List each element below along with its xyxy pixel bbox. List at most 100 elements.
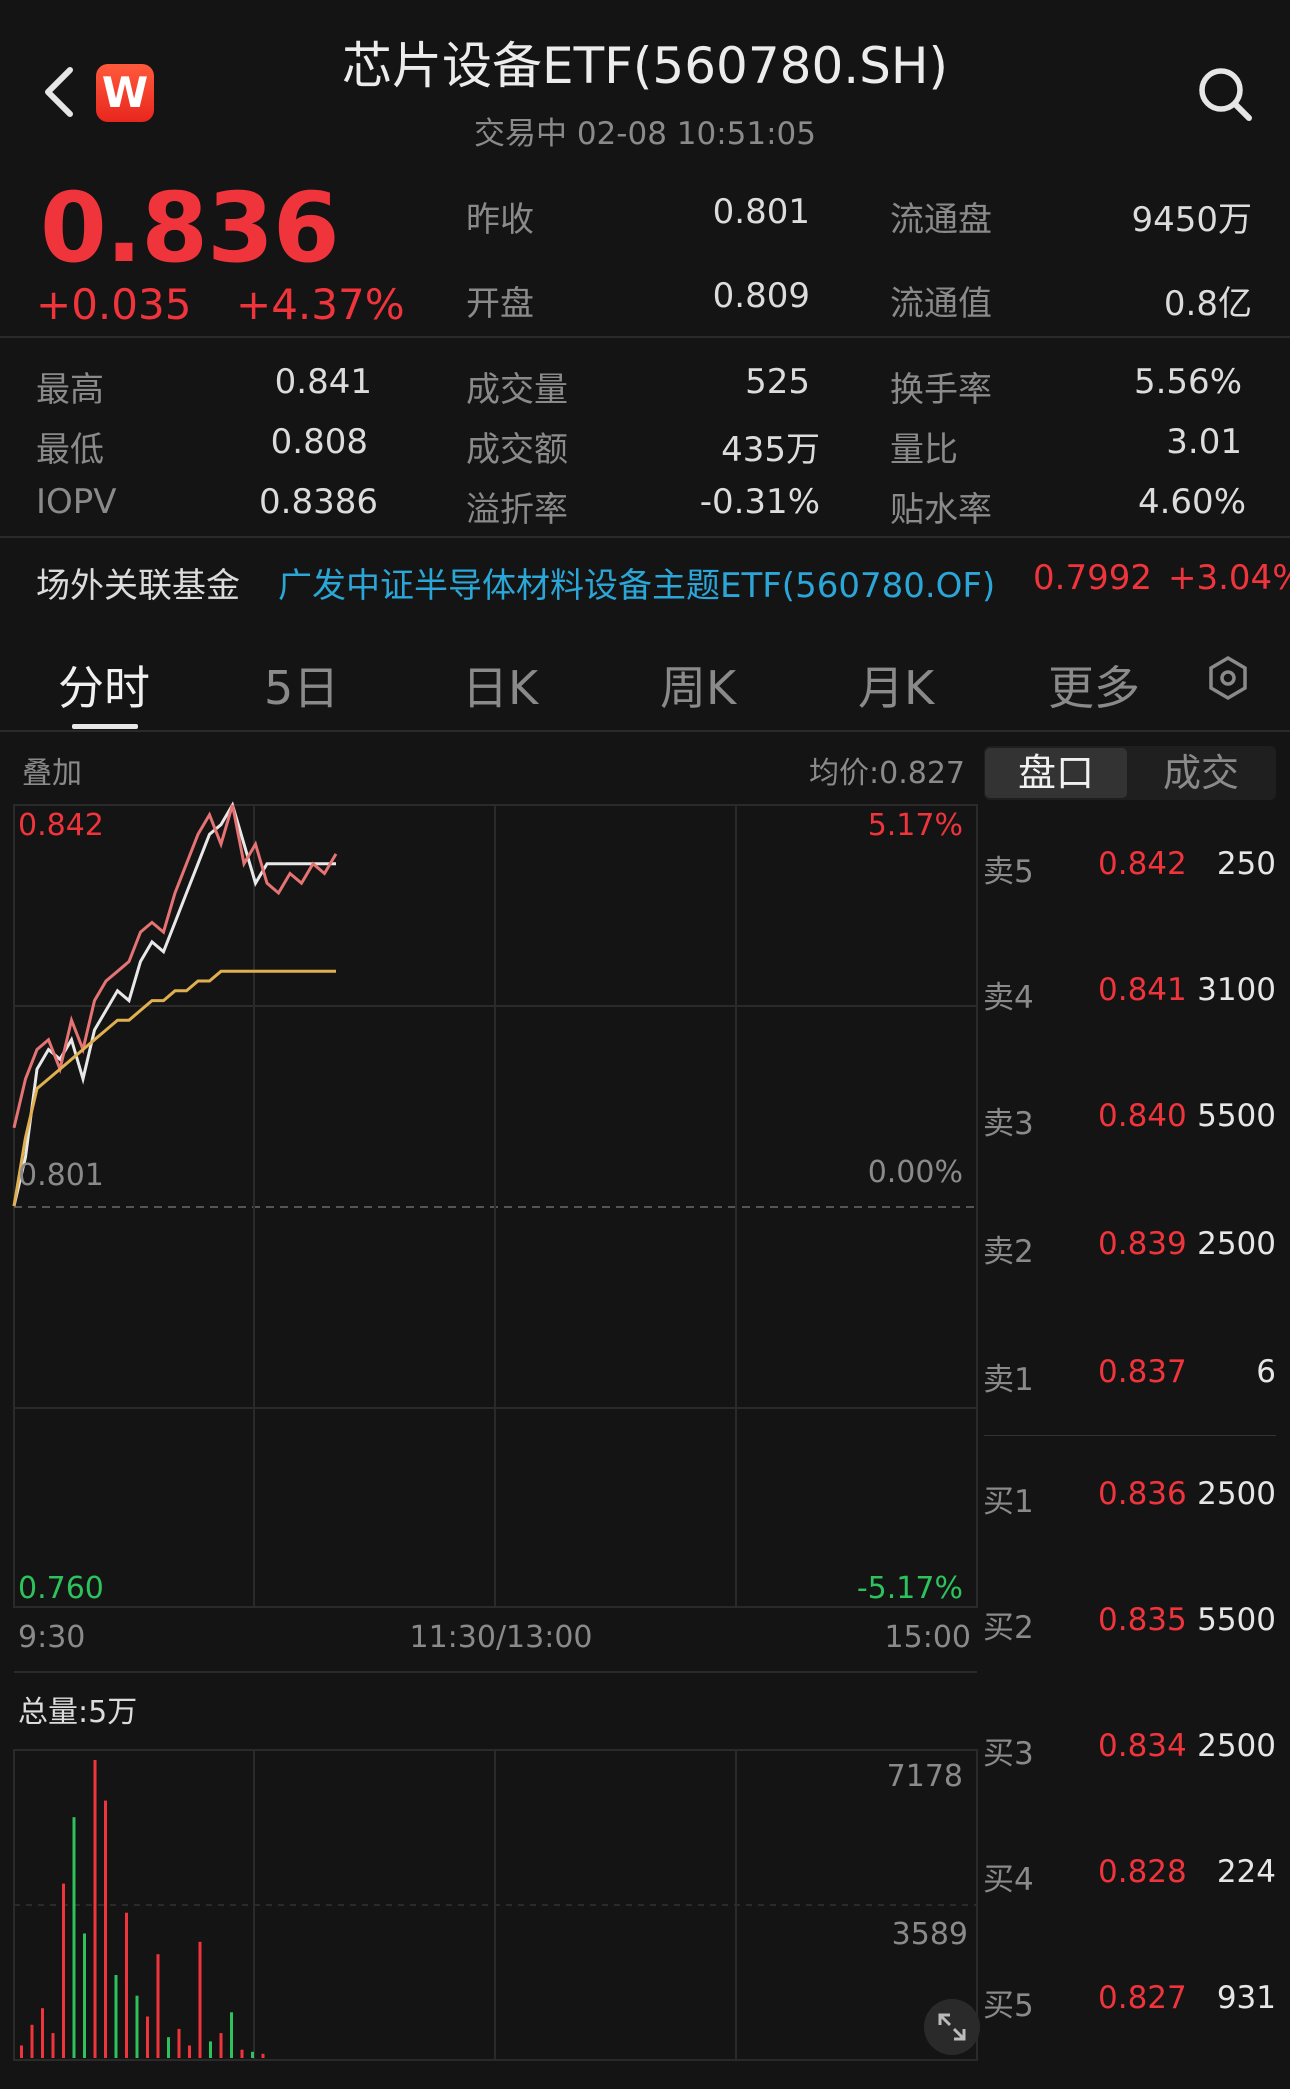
stat-value-turnover-rate: 5.56% <box>1133 362 1242 402</box>
volume-bar <box>177 2028 181 2058</box>
orderbook-divider <box>984 1435 1276 1436</box>
volume-bar <box>230 2012 233 2058</box>
volume-bar <box>156 1954 160 2058</box>
orderbook-volume: 3100 <box>1197 972 1276 1008</box>
tab-daily-k[interactable]: 日K <box>462 652 538 718</box>
volume-bar <box>93 1760 97 2058</box>
divider <box>0 336 1290 338</box>
price-mid-label: 0.801 <box>18 1158 104 1193</box>
orderbook-level-label: 卖1 <box>983 1362 1034 1398</box>
orderbook-level-label: 卖3 <box>983 1106 1034 1142</box>
stat-label-discount: 贴水率 <box>890 490 992 530</box>
volume-bar <box>104 1800 107 2058</box>
trading-status: 交易中 02-08 10:51:05 <box>473 116 816 152</box>
orderbook-level-label: 买4 <box>983 1862 1034 1898</box>
orderbook-volume: 5500 <box>1197 1602 1276 1638</box>
tab-orderbook[interactable]: 盘口 <box>985 748 1127 798</box>
stat-value-prev-close: 0.801 <box>712 192 810 232</box>
intraday-chart[interactable]: 叠加 均价:0.827 0.842 5.17% 0.801 0.00% 0.76… <box>0 732 985 2062</box>
price-change-pct: +4.37% <box>236 280 405 329</box>
expand-icon[interactable] <box>924 1999 980 2055</box>
tab-trades[interactable]: 成交 <box>1130 748 1272 798</box>
tab-5day[interactable]: 5日 <box>264 652 339 718</box>
volume-bar <box>146 2016 149 2058</box>
volume-bar <box>20 2045 23 2058</box>
time-mid-label: 11:30/13:00 <box>409 1620 592 1655</box>
orderbook-price: 0.840 <box>1098 1098 1187 1134</box>
volume-bar <box>72 1817 76 2058</box>
stat-value-float-shares: 9450万 <box>1131 200 1252 240</box>
stat-value-open: 0.809 <box>712 276 810 316</box>
page-title: 芯片设备ETF(560780.SH) <box>341 37 948 95</box>
orderbook-price: 0.837 <box>1098 1354 1187 1390</box>
total-volume-label: 总量:5万 <box>18 1695 137 1730</box>
stat-label-prev-close: 昨收 <box>466 200 534 240</box>
stat-label-iopv: IOPV <box>36 482 117 522</box>
volume-bar <box>83 1933 86 2058</box>
stat-value-volume-ratio: 3.01 <box>1166 422 1242 462</box>
orderbook-volume: 2500 <box>1197 1476 1276 1512</box>
related-fund-price: 0.7992 <box>1033 558 1152 598</box>
related-fund-link[interactable]: 广发中证半导体材料设备主题ETF(560780.OF) <box>278 558 995 607</box>
volume-bar <box>51 2033 55 2058</box>
stat-value-iopv: 0.8386 <box>259 482 378 522</box>
volume-bar <box>135 1995 139 2058</box>
pct-mid-label: 0.00% <box>868 1155 963 1190</box>
orderbook-volume: 5500 <box>1197 1098 1276 1134</box>
orderbook-level-label: 卖5 <box>983 854 1034 890</box>
price-high-label: 0.842 <box>18 808 104 843</box>
volume-bar <box>188 2045 191 2058</box>
stat-label-premium: 溢折率 <box>466 490 568 530</box>
tab-more[interactable]: 更多 <box>1048 652 1140 718</box>
tab-monthly-k[interactable]: 月K <box>858 652 934 718</box>
orderbook-price: 0.835 <box>1098 1602 1187 1638</box>
active-tab-indicator <box>72 724 138 729</box>
stat-value-high: 0.841 <box>274 362 372 402</box>
volume-bar <box>125 1912 128 2058</box>
stat-value-volume: 525 <box>745 362 810 402</box>
time-start-label: 9:30 <box>18 1620 85 1655</box>
orderbook-price: 0.842 <box>1098 846 1187 882</box>
related-fund-change: +3.04% <box>1168 558 1290 598</box>
stat-label-high: 最高 <box>36 370 104 410</box>
stat-label-float-shares: 流通盘 <box>890 200 992 240</box>
stat-label-float-value: 流通值 <box>890 284 992 324</box>
orderbook-price: 0.834 <box>1098 1728 1187 1764</box>
tab-weekly-k[interactable]: 周K <box>660 652 736 718</box>
orderbook-volume: 2500 <box>1197 1226 1276 1262</box>
orderbook-volume: 224 <box>1216 1854 1276 1890</box>
settings-icon[interactable] <box>1204 654 1252 702</box>
divider <box>0 536 1290 538</box>
vol-mid-label: 3589 <box>892 1917 968 1952</box>
tab-intraday[interactable]: 分时 <box>58 652 150 718</box>
volume-bar <box>240 2049 244 2058</box>
volume-bar <box>30 2024 34 2058</box>
orderbook-price: 0.827 <box>1098 1980 1187 2016</box>
current-price: 0.836 <box>40 172 340 284</box>
orderbook-price: 0.839 <box>1098 1226 1187 1262</box>
volume-bar <box>167 2037 170 2058</box>
volume-bar <box>41 2008 44 2058</box>
orderbook-price: 0.841 <box>1098 972 1187 1008</box>
search-icon[interactable] <box>1195 64 1255 124</box>
overlay-label[interactable]: 叠加 <box>22 756 82 791</box>
stat-label-volume-ratio: 量比 <box>890 430 958 470</box>
stat-label-low: 最低 <box>36 430 104 470</box>
related-fund-label: 场外关联基金 <box>36 566 240 606</box>
stat-label-open: 开盘 <box>466 284 534 324</box>
orderbook-level-label: 买3 <box>983 1736 1034 1772</box>
orderbook-level-label: 买5 <box>983 1988 1034 2024</box>
overlay-line <box>12 804 338 1129</box>
stat-label-volume: 成交量 <box>466 370 568 410</box>
orderbook-volume: 250 <box>1216 846 1276 882</box>
volume-bar <box>219 2033 223 2058</box>
volume-bar <box>62 1883 65 2058</box>
orderbook-volume: 6 <box>1256 1354 1276 1390</box>
vol-high-label: 7178 <box>887 1759 963 1794</box>
volume-bar <box>209 2041 212 2058</box>
orderbook-volume: 931 <box>1216 1980 1276 2016</box>
volume-bar <box>114 1975 118 2058</box>
pct-low-label: -5.17% <box>857 1571 963 1606</box>
time-end-label: 15:00 <box>885 1620 971 1655</box>
stat-value-float-value: 0.8亿 <box>1163 284 1252 324</box>
